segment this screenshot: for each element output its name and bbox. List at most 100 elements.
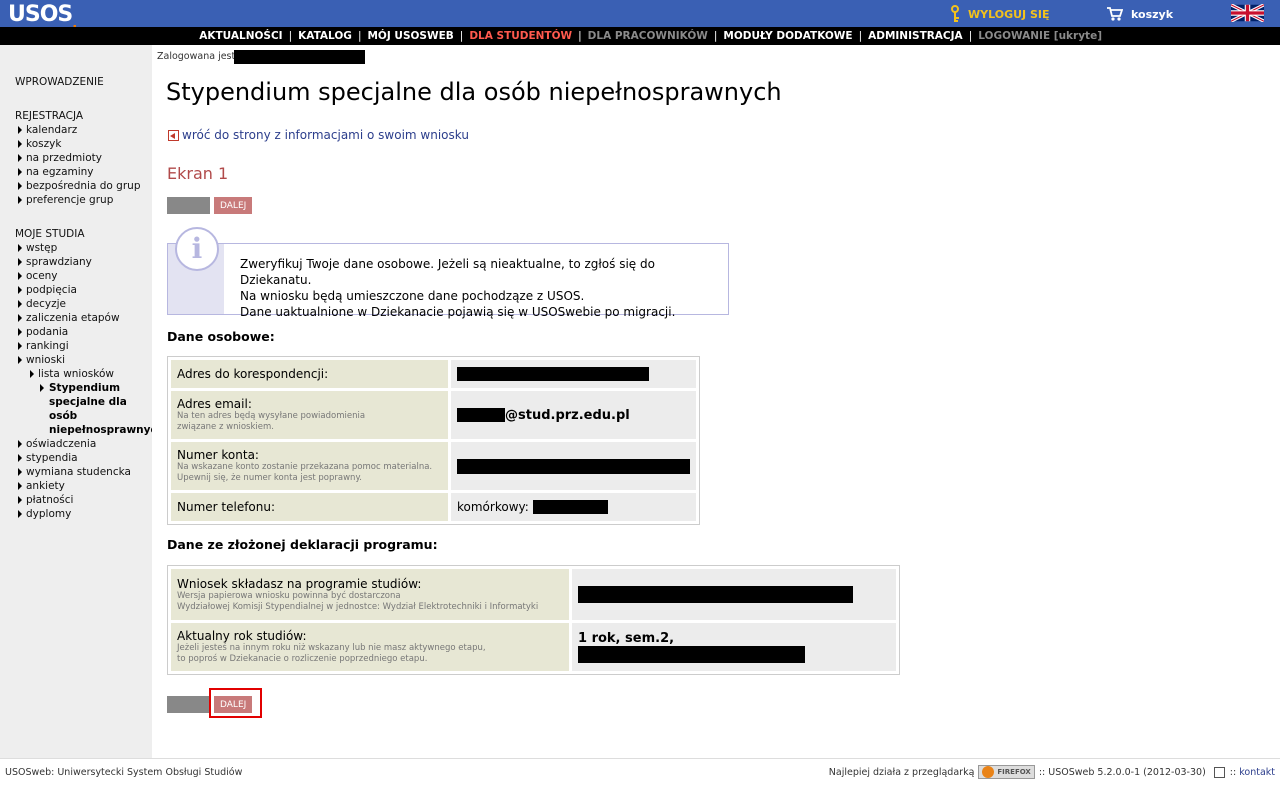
account-label-cell: Numer konta: Na wskazane konto zostanie …	[171, 442, 448, 490]
phone-prefix: komórkowy:	[457, 499, 529, 514]
sidebar-item-label: ankiety	[26, 480, 65, 492]
arrow-right-icon	[30, 370, 34, 378]
sidebar-item-rankingi[interactable]: rankingi	[18, 340, 69, 352]
account-label: Numer konta:	[177, 448, 259, 462]
sidebar-item-oswiadczenia[interactable]: oświadczenia	[18, 438, 96, 450]
email-hint: Na ten adres będą wysyłane powiadomienia…	[177, 411, 366, 432]
arrow-right-icon	[18, 168, 22, 176]
arrow-right-icon	[18, 300, 22, 308]
sidebar-section-rejestracja[interactable]: REJESTRACJA	[15, 110, 83, 122]
firefox-label: FIREFOX	[997, 768, 1031, 776]
info-line: Na wniosku będą umieszczone dane pochodz…	[240, 289, 585, 303]
sidebar: WPROWADZENIE REJESTRACJA kalendarz koszy…	[0, 45, 152, 758]
sidebar-item-koszyk[interactable]: koszyk	[18, 138, 61, 150]
menu-moduly-dodatkowe[interactable]: MODUŁY DODATKOWE	[723, 30, 852, 42]
footer-contact-prefix: ::	[1229, 766, 1237, 778]
back-link[interactable]: wróć do strony z informacjami o swoim wn…	[168, 128, 469, 142]
table-row: Numer telefonu: komórkowy:	[171, 493, 696, 521]
sidebar-item-stypendia[interactable]: stypendia	[18, 452, 78, 464]
info-line: Dane uaktualnione w Dziekanacie pojawią …	[240, 305, 676, 319]
sidebar-item-decyzje[interactable]: decyzje	[18, 298, 66, 310]
sidebar-item-label: podpięcia	[26, 284, 77, 296]
program-hint: Wersja papierowa wniosku powinna być dos…	[177, 590, 539, 612]
arrow-right-icon	[18, 454, 22, 462]
footer-right: Najlepiej działa z przeglądarką FIREFOX …	[829, 765, 1275, 779]
back-arrow-icon	[168, 129, 179, 141]
menu-aktualnosci[interactable]: AKTUALNOŚCI	[199, 30, 282, 42]
menu-separator: |	[858, 30, 863, 42]
menu-dla-studentow[interactable]: DLA STUDENTÓW	[469, 30, 572, 42]
menu-separator: |	[459, 30, 464, 42]
phone-label: Numer telefonu:	[171, 493, 448, 521]
sidebar-item-bezposrednia-do-grup[interactable]: bezpośrednia do grup	[18, 180, 140, 192]
uk-flag-icon[interactable]	[1231, 4, 1264, 22]
menu-separator: |	[713, 30, 718, 42]
footer-best-browser: Najlepiej działa z przeglądarką	[828, 766, 975, 778]
nav-buttons-top: DALEJ	[167, 197, 253, 214]
year-value-text: 1 rok, sem.2,	[578, 631, 675, 646]
arrow-right-icon	[18, 196, 22, 204]
phone-value: komórkowy:	[451, 493, 696, 521]
arrow-right-icon	[18, 286, 22, 294]
sidebar-current-line: niepełnosprawnyc	[49, 424, 152, 436]
arrow-right-icon	[18, 356, 22, 364]
sidebar-item-label: stypendia	[26, 452, 78, 464]
menu-moj-usosweb[interactable]: MÓJ USOSWEB	[367, 30, 453, 42]
sidebar-item-podpiecia[interactable]: podpięcia	[18, 284, 77, 296]
program-label-cell: Wniosek składasz na programie studiów: W…	[171, 569, 569, 620]
screen-heading: Ekran 1	[167, 164, 229, 183]
arrow-right-icon	[18, 154, 22, 162]
sidebar-item-label: preferencje grup	[26, 194, 114, 206]
menu-dla-pracownikow[interactable]: DLA PRACOWNIKÓW	[588, 30, 708, 42]
sidebar-item-label: kalendarz	[26, 124, 78, 136]
back-button[interactable]	[167, 696, 210, 713]
cart-label: koszyk	[1131, 7, 1174, 21]
sidebar-item-label: lista wniosków	[38, 368, 114, 380]
main-menu-bar: AKTUALNOŚCI | KATALOG | MÓJ USOSWEB | DLA S…	[0, 27, 1280, 45]
login-label: Zalogowana jest:	[157, 51, 239, 62]
next-button[interactable]: DALEJ	[214, 197, 253, 214]
menu-logowanie[interactable]: LOGOWANIE [ukryte]	[978, 30, 1102, 42]
footer-checkbox[interactable]	[1213, 766, 1225, 778]
sidebar-item-label: decyzje	[26, 298, 67, 310]
sidebar-item-dyplomy[interactable]: dyplomy	[18, 508, 71, 520]
email-domain: @stud.prz.edu.pl	[505, 407, 630, 423]
contact-link[interactable]: kontakt	[1239, 767, 1275, 778]
sidebar-item-label: dyplomy	[26, 508, 72, 520]
firefox-badge[interactable]: FIREFOX	[978, 765, 1035, 779]
address-label: Adres do korespondencji:	[171, 360, 448, 388]
sidebar-item-kalendarz[interactable]: kalendarz	[18, 124, 77, 136]
sidebar-item-lista-wnioskow[interactable]: lista wniosków	[30, 368, 114, 380]
logout-link[interactable]: WYLOGUJ SIĘ	[948, 5, 1049, 23]
arrow-right-icon	[18, 258, 22, 266]
sidebar-item-sprawdziany[interactable]: sprawdziany	[18, 256, 92, 268]
menu-katalog[interactable]: KATALOG	[298, 30, 352, 42]
sidebar-item-platnosci[interactable]: płatności	[18, 494, 73, 506]
sidebar-section-wprowadzenie[interactable]: WPROWADZENIE	[15, 76, 104, 88]
highlight-box	[209, 688, 262, 718]
menu-administracja[interactable]: ADMINISTRACJA	[868, 30, 963, 42]
sidebar-item-zaliczenia-etapow[interactable]: zaliczenia etapów	[18, 312, 120, 324]
arrow-right-icon	[18, 272, 22, 280]
sidebar-item-na-egzaminy[interactable]: na egzaminy	[18, 166, 94, 178]
account-value	[451, 442, 696, 490]
redacted-account	[457, 458, 690, 474]
sidebar-item-ankiety[interactable]: ankiety	[18, 480, 65, 492]
arrow-right-icon	[18, 314, 22, 322]
sidebar-item-podania[interactable]: podania	[18, 326, 68, 338]
back-button[interactable]	[167, 197, 210, 214]
table-row: Numer konta: Na wskazane konto zostanie …	[171, 442, 696, 490]
year-value: 1 rok, sem.2,	[572, 623, 896, 671]
cart-link[interactable]: koszyk	[1107, 5, 1173, 23]
sidebar-item-oceny[interactable]: oceny	[18, 270, 58, 282]
sidebar-item-label: podania	[26, 326, 69, 338]
redacted-address	[457, 367, 649, 382]
sidebar-item-wstep[interactable]: wstęp	[18, 242, 57, 254]
sidebar-item-na-przedmioty[interactable]: na przedmioty	[18, 152, 102, 164]
sidebar-current-line: Stypendium	[49, 382, 121, 394]
sidebar-section-moje-studia[interactable]: MOJE STUDIA	[15, 228, 85, 240]
sidebar-item-wymiana-studencka[interactable]: wymiana studencka	[18, 466, 131, 478]
sidebar-item-wnioski[interactable]: wnioski	[18, 354, 65, 366]
sidebar-item-current[interactable]: Stypendium specjalne dla osób niepełnosp…	[40, 381, 152, 437]
sidebar-item-preferencje-grup[interactable]: preferencje grup	[18, 194, 113, 206]
